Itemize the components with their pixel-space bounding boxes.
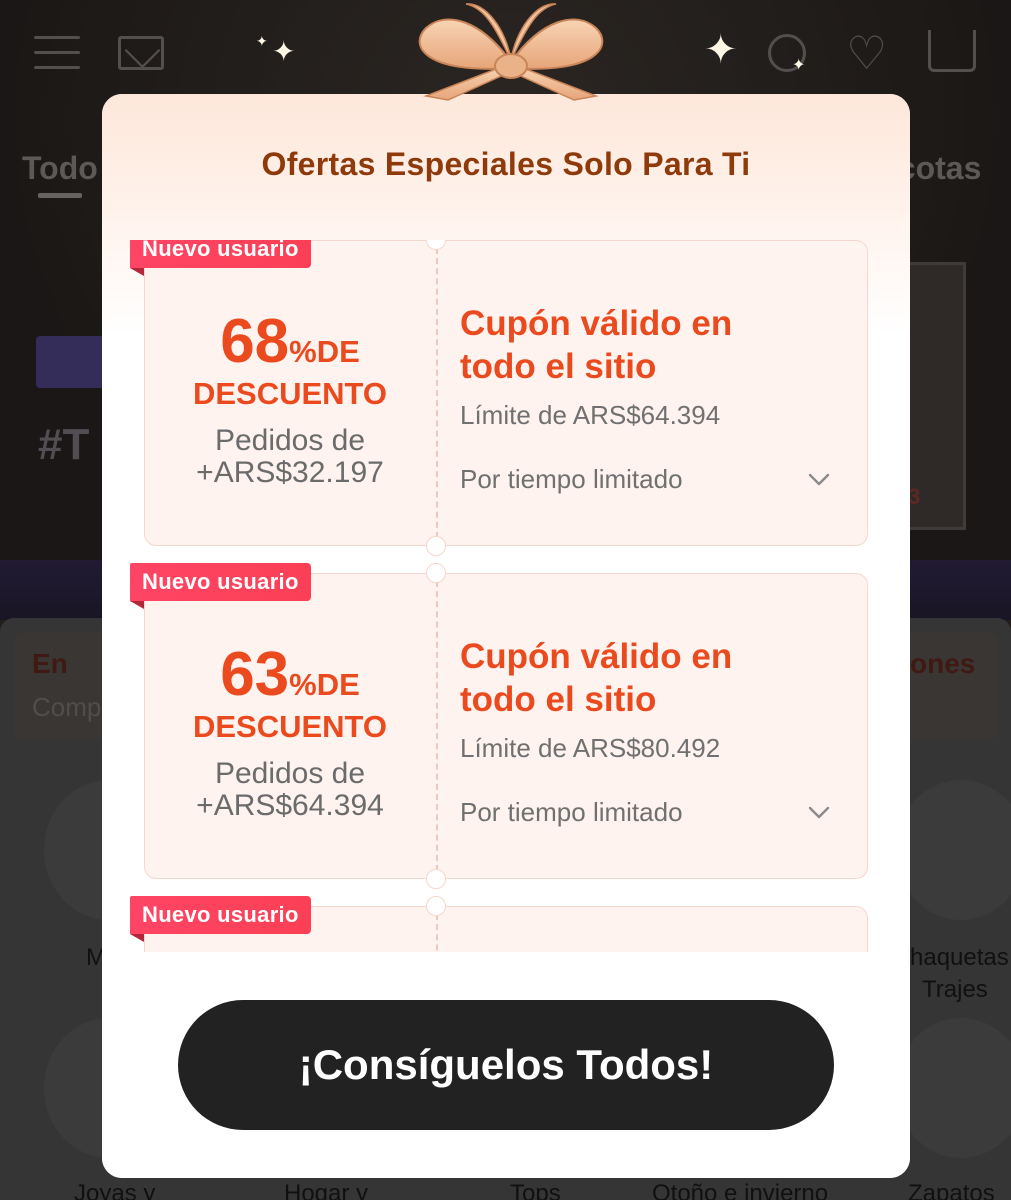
modal-title: Ofertas Especiales Solo Para Ti [261, 146, 751, 182]
badge-fold [130, 601, 144, 609]
modal-footer: ¡Consíguelos Todos! [102, 952, 910, 1178]
discount-percent-value: 68 [220, 307, 290, 376]
sparkle-icon: ✦ [792, 57, 806, 74]
badge-fold [130, 934, 144, 942]
coupon-title-line2: todo el sitio [460, 680, 657, 719]
coupon-time-limit: Por tiempo limitado [460, 797, 683, 827]
coupon-divider [436, 581, 438, 871]
sparkle-icon: ✦ [272, 36, 296, 67]
minimum-order-amount: +ARS$32.197 [196, 456, 384, 489]
coupon-title: Cupón válido en todo el sitio [460, 635, 840, 721]
discount-word: DESCUENTO [192, 376, 388, 411]
chevron-down-icon[interactable] [806, 466, 832, 492]
discount-percent: 68%DE [144, 306, 436, 377]
coupon-card[interactable]: 63%DE DESCUENTO Pedidos de +ARS$64.394 C… [130, 563, 868, 889]
coupon-title-line1: Cupón válido en [460, 637, 733, 676]
new-user-badge: Nuevo usuario [130, 240, 311, 268]
coupon-time-limit: Por tiempo limitado [460, 464, 683, 494]
coupon-title-line1: Cupón válido en [460, 304, 733, 343]
badge-fold [130, 268, 144, 276]
minimum-order-label: Pedidos de [214, 757, 366, 790]
discount-percent: 63%DE [144, 639, 436, 710]
coupon-list[interactable]: 68%DE DESCUENTO Pedidos de +ARS$32.197 C… [102, 240, 910, 952]
coupon-divider [436, 914, 438, 952]
minimum-order-label: Pedidos de [214, 424, 366, 457]
coupon-details-section: Cupón válido en todo el sitio Límite de A… [460, 573, 860, 879]
gift-bow-icon [418, 3, 604, 101]
coupon-card[interactable]: 68%DE DESCUENTO Pedidos de +ARS$32.197 C… [130, 240, 868, 556]
coupon-notch [426, 896, 446, 916]
minimum-order-amount: +ARS$64.394 [196, 789, 384, 822]
coupon-title-line2: todo el sitio [460, 347, 657, 386]
new-user-badge: Nuevo usuario [130, 896, 311, 934]
sparkle-icon: ✦ [256, 33, 268, 49]
coupon-details-section: Cupón válido en todo el sitio Límite de A… [460, 240, 860, 546]
discount-percent-value: 63 [220, 640, 290, 709]
get-all-coupons-button[interactable]: ¡Consíguelos Todos! [178, 1000, 834, 1130]
sparkle-icon: ✦ [704, 28, 738, 72]
chevron-down-icon[interactable] [806, 799, 832, 825]
coupon-limit: Límite de ARS$64.394 [460, 400, 721, 430]
new-user-badge: Nuevo usuario [130, 563, 311, 601]
discount-percent-suffix: %DE [289, 334, 360, 369]
discount-percent-suffix: %DE [289, 667, 360, 702]
coupon-card[interactable]: Nuevo usuario [130, 896, 868, 952]
discount-word: DESCUENTO [192, 709, 388, 744]
coupon-discount-section: 68%DE DESCUENTO Pedidos de +ARS$32.197 [144, 240, 436, 546]
special-offers-modal: Ofertas Especiales Solo Para Ti 68%DE DE… [102, 94, 910, 1178]
coupon-discount-section: 63%DE DESCUENTO Pedidos de +ARS$64.394 [144, 573, 436, 879]
coupon-divider [436, 248, 438, 538]
coupon-title: Cupón válido en todo el sitio [460, 302, 840, 388]
coupon-limit: Límite de ARS$80.492 [460, 733, 721, 763]
